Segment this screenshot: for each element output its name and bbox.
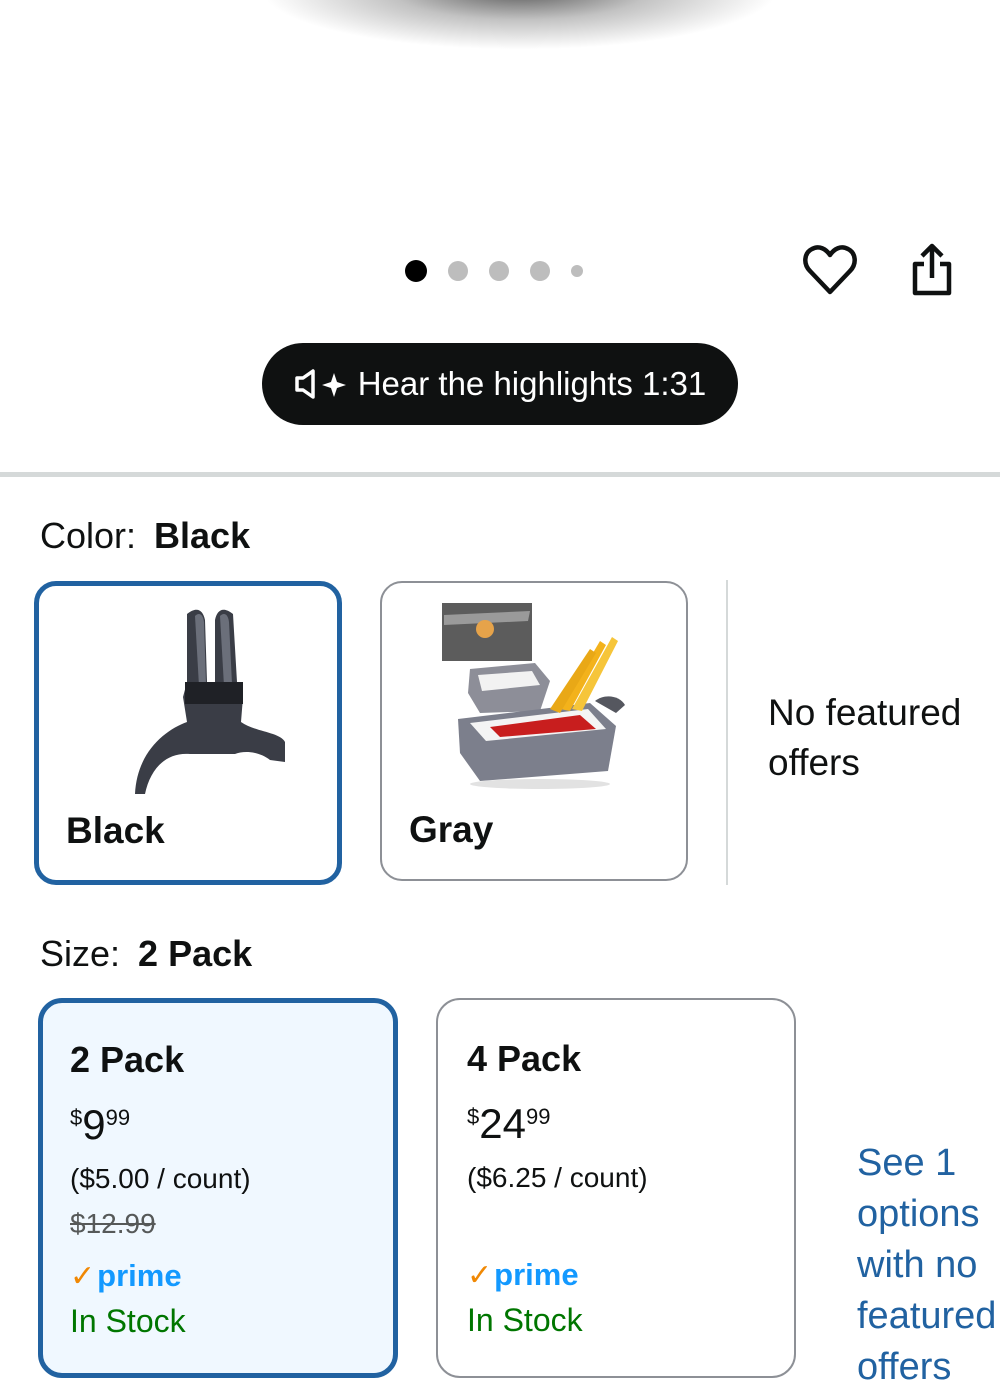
carousel-dot-3 [489, 261, 509, 281]
carousel-indicator [405, 259, 583, 283]
swatch-label-black: Black [66, 810, 165, 851]
carousel-dot-4 [530, 261, 550, 281]
carousel-dot-2 [448, 261, 468, 281]
color-label: Color: [40, 515, 137, 556]
color-swatch-gray[interactable]: Gray [380, 581, 688, 881]
wishlist-button[interactable] [800, 240, 860, 300]
color-label-row: Color: Black [40, 515, 250, 557]
share-button[interactable] [902, 240, 962, 300]
product-image[interactable] [260, 0, 780, 50]
stock-status: In Stock [467, 1302, 583, 1338]
prime-badge: ✓ prime [467, 1257, 579, 1292]
swatch-label-gray: Gray [409, 809, 494, 850]
hear-highlights-label: Hear the highlights 1:31 [357, 365, 707, 402]
speaker-sparkle-icon [294, 369, 346, 399]
size-option-list-price: $12.99 [70, 1208, 156, 1239]
size-selected-value: 2 Pack [138, 933, 253, 974]
color-swatch-black[interactable]: Black [34, 581, 342, 885]
see-offers-link[interactable]: See 1 options with no featured offers [857, 1138, 1000, 1393]
share-icon [912, 243, 952, 296]
size-option-title: 4 Pack [467, 1038, 582, 1079]
size-option-2-pack[interactable]: 2 Pack $999 ($5.00 / count) $12.99 ✓ prim… [38, 998, 398, 1378]
carousel-dot-5 [571, 265, 583, 277]
size-option-price: $999 [70, 1101, 131, 1148]
size-option-unit-price: ($6.25 / count) [467, 1162, 648, 1193]
vertical-divider [726, 580, 728, 885]
gray-dip-holder-image [442, 603, 625, 789]
section-divider [0, 472, 1000, 477]
size-option-4-pack[interactable]: 4 Pack $2499 ($6.25 / count) ✓ prime In S… [436, 998, 796, 1378]
black-vent-clip-image [135, 609, 285, 794]
size-option-title: 2 Pack [70, 1039, 185, 1080]
size-option-unit-price: ($5.00 / count) [70, 1163, 251, 1194]
color-selected-value: Black [154, 515, 251, 556]
prime-check-icon: ✓ [467, 1258, 493, 1292]
size-option-price: $2499 [467, 1100, 551, 1147]
prime-check-icon: ✓ [70, 1259, 96, 1293]
carousel-dot-1 [405, 260, 427, 282]
heart-icon [803, 245, 857, 295]
size-label: Size: [40, 933, 121, 974]
no-featured-offers-text: No featured offers [768, 692, 962, 783]
prime-badge: ✓ prime [70, 1258, 182, 1293]
size-label-row: Size: 2 Pack [40, 933, 252, 975]
hear-highlights-button[interactable]: Hear the highlights 1:31 [262, 343, 738, 425]
stock-status: In Stock [70, 1303, 186, 1339]
